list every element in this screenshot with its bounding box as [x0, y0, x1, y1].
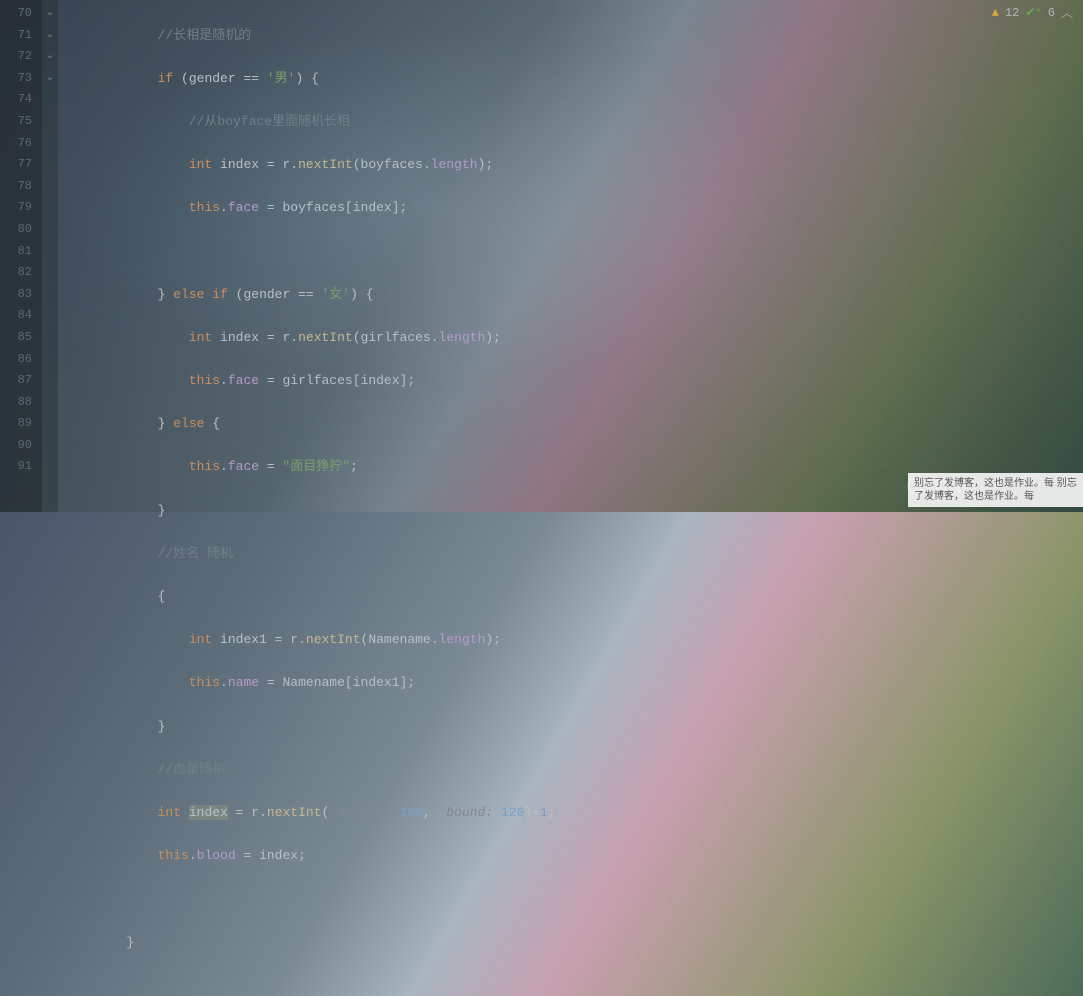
check-icon[interactable]: ✔⁺	[1025, 5, 1041, 20]
fold-gutter[interactable]: ⌄⌄⌄⌄	[42, 0, 58, 512]
check-count: 6	[1048, 6, 1055, 20]
code-area[interactable]: //长相是随机的 if (gender == '男') { //从boyface…	[58, 0, 1083, 512]
comment: //长相是随机的	[158, 28, 252, 43]
param-hint: origin:	[337, 805, 392, 820]
warning-icon[interactable]: ▲	[992, 6, 999, 20]
param-hint: bound:	[446, 805, 493, 820]
comment: //血量随机	[158, 762, 226, 777]
highlighted-variable: index	[189, 805, 228, 820]
notification-popup[interactable]: 别忘了发博客，这也是作业。每 别忘了发博客，这也是作业。每	[908, 473, 1083, 507]
warning-count: 12	[1005, 6, 1019, 20]
comment: //从boyface里面随机长相	[189, 114, 350, 129]
code-editor[interactable]: 7071727374757677787980818283848586878889…	[0, 0, 1083, 512]
line-number-gutter: 7071727374757677787980818283848586878889…	[0, 0, 42, 512]
inspection-bar[interactable]: ▲ 12 ✔⁺ 6 ︿	[992, 4, 1073, 21]
comment: //姓名 随机	[158, 546, 233, 561]
chevron-up-icon[interactable]: ︿	[1061, 4, 1073, 21]
